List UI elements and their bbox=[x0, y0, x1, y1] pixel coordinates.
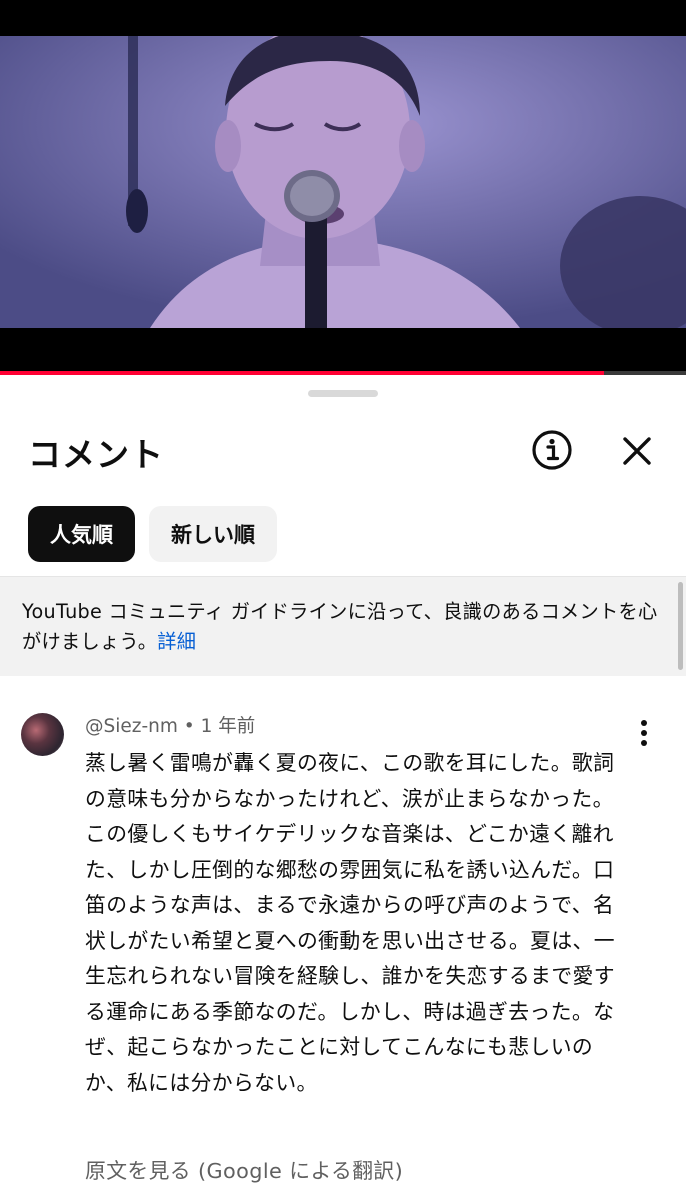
video-progress-fill bbox=[0, 371, 604, 375]
more-vertical-icon bbox=[641, 720, 647, 746]
community-guideline-notice: YouTube コミュニティ ガイドラインに沿って、良識のあるコメントを心がけま… bbox=[0, 576, 686, 676]
sort-chips: 人気順 新しい順 bbox=[28, 506, 277, 562]
info-button[interactable] bbox=[530, 428, 574, 472]
drag-handle[interactable] bbox=[308, 390, 378, 397]
comment-meta: @Siez-nm • 1 年前 bbox=[85, 712, 255, 738]
info-circle-icon bbox=[532, 430, 572, 470]
comment-text: 蒸し暑く雷鳴が轟く夏の夜に、この歌を耳にした。歌詞の意味も分からなかったけれど、… bbox=[85, 751, 615, 1095]
comment-menu-button[interactable] bbox=[630, 718, 658, 748]
meta-separator: • bbox=[183, 716, 195, 737]
avatar[interactable] bbox=[21, 713, 64, 756]
comment-author[interactable]: @Siez-nm bbox=[85, 716, 178, 737]
video-frame[interactable] bbox=[0, 36, 686, 328]
video-player[interactable] bbox=[0, 0, 686, 375]
chip-popular[interactable]: 人気順 bbox=[28, 506, 135, 562]
video-thumbnail-image bbox=[0, 36, 686, 328]
comments-sheet: コメント 人気順 新しい順 YouTube コミュニティ ガイドラインに沿って、… bbox=[0, 376, 686, 1200]
scrollbar[interactable] bbox=[678, 582, 683, 670]
video-progress-bar[interactable] bbox=[0, 371, 686, 375]
comment-time: 1 年前 bbox=[200, 716, 256, 737]
chip-newest[interactable]: 新しい順 bbox=[149, 506, 277, 562]
guideline-details-link[interactable]: 詳細 bbox=[157, 630, 196, 653]
sheet-title: コメント bbox=[28, 435, 164, 474]
close-icon bbox=[623, 437, 651, 465]
guideline-text: YouTube コミュニティ ガイドラインに沿って、良識のあるコメントを心がけま… bbox=[22, 600, 658, 653]
close-button[interactable] bbox=[616, 430, 658, 472]
see-original-link[interactable]: 原文を見る (Google による翻訳) bbox=[85, 1154, 403, 1184]
